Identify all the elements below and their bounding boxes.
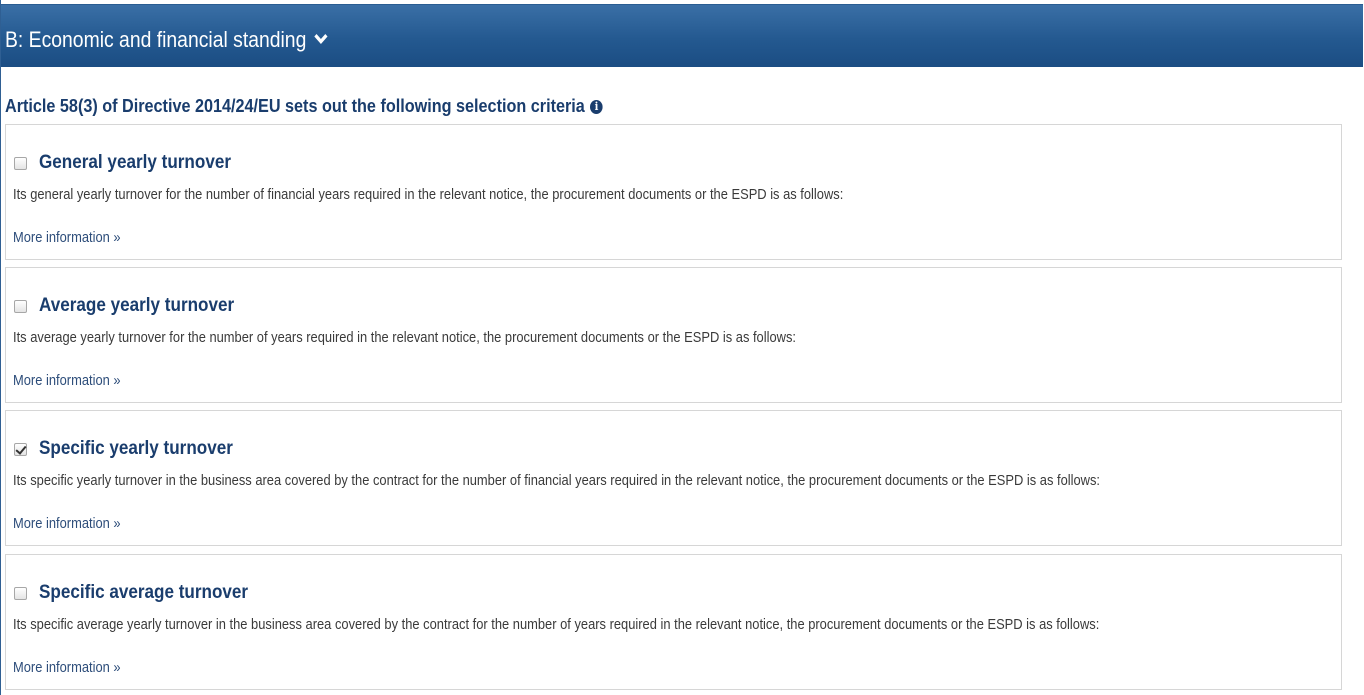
criterion-title-row: Specific average turnover (14, 582, 271, 604)
criterion-checkbox[interactable] (14, 442, 27, 456)
criterion-checkbox[interactable] (14, 156, 27, 170)
economic-financial-panel: B: Economic and financial standing Artic… (0, 0, 1363, 695)
selection-criteria-heading: Article 58(3) of Directive 2014/24/EU se… (5, 96, 603, 117)
criterion-description: Its average yearly turnover for the numb… (13, 329, 796, 346)
criterion-title: Average yearly turnover (39, 295, 235, 316)
criterion-specific-yearly-turnover: Specific yearly turnover Its specific ye… (5, 410, 1342, 546)
criterion-description: Its specific average yearly turnover in … (13, 616, 1100, 633)
panel-title-wrapper: B: Economic and financial standing (5, 27, 329, 53)
more-information-link[interactable]: More information » (13, 515, 121, 532)
criterion-title: Specific yearly turnover (39, 438, 233, 459)
panel-header[interactable]: B: Economic and financial standing (1, 4, 1363, 67)
criterion-title: Specific average turnover (39, 582, 249, 603)
criterion-title: General yearly turnover (39, 152, 231, 173)
criterion-title-row: Average yearly turnover (14, 295, 256, 317)
more-information-link[interactable]: More information » (13, 372, 121, 389)
criterion-checkbox[interactable] (14, 586, 27, 600)
panel-title: B: Economic and financial standing (5, 27, 307, 52)
criterion-title-row: General yearly turnover (14, 152, 252, 174)
criterion-general-yearly-turnover: General yearly turnover Its general year… (5, 124, 1342, 260)
criterion-checkbox[interactable] (14, 299, 27, 313)
criterion-description: Its general yearly turnover for the numb… (13, 186, 844, 203)
criterion-specific-average-turnover: Specific average turnover Its specific a… (5, 554, 1342, 690)
more-information-link[interactable]: More information » (13, 659, 121, 676)
criterion-description: Its specific yearly turnover in the busi… (13, 472, 1101, 489)
more-information-link[interactable]: More information » (13, 229, 121, 246)
chevron-down-icon[interactable] (313, 33, 329, 47)
section-heading-text: Article 58(3) of Directive 2014/24/EU se… (5, 96, 585, 116)
criterion-title-row: Specific yearly turnover (14, 438, 254, 460)
criterion-average-yearly-turnover: Average yearly turnover Its average year… (5, 267, 1342, 403)
info-circle-icon[interactable]: i (590, 99, 603, 114)
